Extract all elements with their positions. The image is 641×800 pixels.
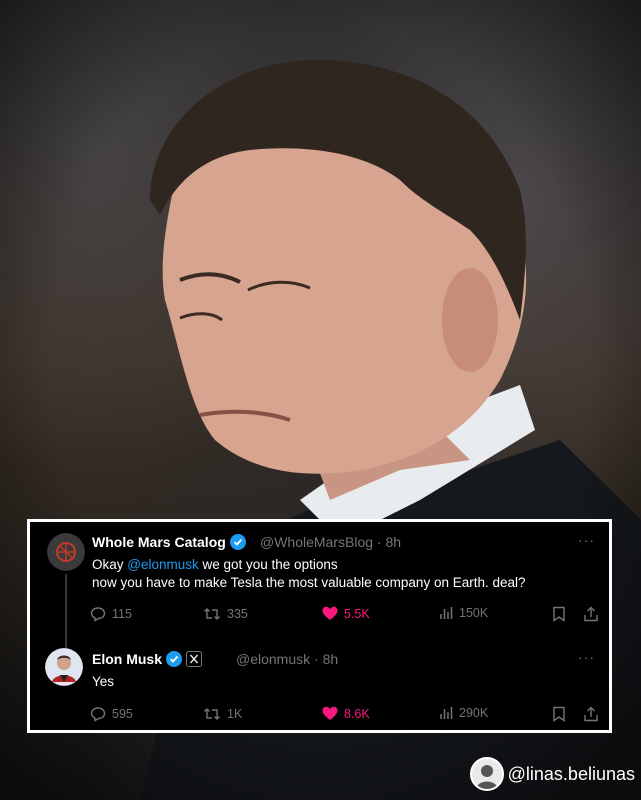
- tweet-text: Yes: [92, 674, 115, 689]
- tweet-screenshot-card: Whole Mars Catalog @WholeMarsBlog · 8h ·…: [27, 519, 612, 733]
- tweet-actions: 115 335 5.5K 150K: [90, 606, 598, 626]
- bookmark-icon: [553, 706, 565, 722]
- like-button[interactable]: 5.5K: [322, 606, 370, 621]
- handle-time: @elonmusk · 8h: [236, 651, 339, 667]
- mention-link[interactable]: @elonmusk: [127, 557, 198, 572]
- verified-badge-icon: [165, 651, 182, 667]
- verified-badge-icon: [229, 534, 246, 550]
- creator-avatar: [469, 757, 504, 791]
- views-button[interactable]: 290K: [439, 706, 488, 720]
- x-affiliate-badge-icon: [185, 651, 202, 667]
- creator-portrait-icon: [475, 765, 498, 789]
- views-icon: [440, 707, 453, 719]
- bookmark-button[interactable]: [552, 706, 572, 722]
- heart-icon: [322, 606, 338, 620]
- bookmark-icon: [553, 606, 565, 622]
- share-icon: [584, 606, 598, 622]
- views-button[interactable]: 150K: [439, 606, 488, 620]
- reply-icon: [90, 607, 106, 622]
- display-name[interactable]: Elon Musk: [92, 651, 202, 667]
- repost-icon: [204, 608, 220, 620]
- bookmark-button[interactable]: [552, 606, 572, 622]
- reply-button[interactable]: 115: [90, 606, 132, 622]
- like-button[interactable]: 8.6K: [322, 706, 370, 721]
- share-button[interactable]: [583, 706, 605, 722]
- tweet-text: Okay @elonmusk we got you the options no…: [92, 557, 526, 590]
- tweet-wholemars[interactable]: Whole Mars Catalog @WholeMarsBlog · 8h ·…: [30, 522, 609, 654]
- elonmusk-avatar[interactable]: [45, 648, 83, 686]
- share-icon: [584, 706, 598, 722]
- handle-time: @WholeMarsBlog · 8h: [260, 534, 402, 550]
- share-button[interactable]: [583, 606, 605, 622]
- tweet-actions: 595 1K 8.6K 290K: [90, 706, 598, 726]
- heart-icon: [322, 706, 338, 720]
- views-icon: [440, 607, 453, 619]
- more-options-icon[interactable]: ···: [578, 649, 595, 665]
- creator-handle: @linas.beliunas: [507, 763, 635, 784]
- repost-icon: [204, 708, 220, 720]
- more-options-icon[interactable]: ···: [578, 532, 595, 548]
- wholemars-avatar[interactable]: [47, 533, 85, 571]
- tweet-elonmusk[interactable]: Elon Musk @elonmusk · 8h ··· Yes 595 1K …: [30, 634, 609, 730]
- repost-button[interactable]: 335: [203, 606, 248, 622]
- reply-button[interactable]: 595: [90, 706, 133, 722]
- creator-credit: @linas.beliunas: [469, 757, 635, 791]
- display-name[interactable]: Whole Mars Catalog: [92, 534, 246, 550]
- repost-button[interactable]: 1K: [203, 706, 242, 722]
- reply-icon: [90, 707, 106, 722]
